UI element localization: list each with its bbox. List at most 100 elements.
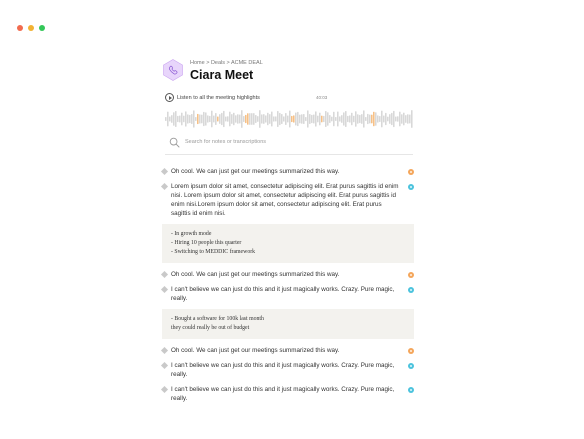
waveform-bar xyxy=(319,112,321,126)
waveform-bar xyxy=(223,110,225,128)
waveform-bar xyxy=(365,116,367,122)
waveform-bar xyxy=(375,112,377,126)
waveform-bar xyxy=(175,111,177,127)
waveform-bar xyxy=(401,114,403,124)
bookmark-diamond-icon[interactable] xyxy=(160,385,169,394)
utterance-text: Lorem ipsum dolor sit amet, consectetur … xyxy=(171,183,399,217)
speaker-avatar-icon[interactable] xyxy=(408,169,414,175)
waveform-bar xyxy=(387,116,389,122)
speaker-avatar-icon[interactable] xyxy=(408,272,414,278)
note-line: they could really be out of budget xyxy=(171,325,250,331)
waveform-bar xyxy=(207,115,209,123)
waveform-bar xyxy=(327,112,329,126)
waveform-bar xyxy=(383,115,385,123)
utterance-text: Oh cool. We can just get our meetings su… xyxy=(171,271,340,278)
waveform-bar xyxy=(287,115,289,123)
utterance-text: Oh cool. We can just get our meetings su… xyxy=(171,168,340,175)
waveform-bar xyxy=(303,114,305,124)
minimize-window-dot[interactable] xyxy=(28,25,34,31)
play-icon[interactable] xyxy=(165,93,174,102)
bookmark-diamond-icon[interactable] xyxy=(160,270,169,279)
transcript-utterance[interactable]: I can't believe we can just do this and … xyxy=(160,285,414,303)
bookmark-diamond-icon[interactable] xyxy=(160,361,169,370)
transcript-utterance[interactable]: Lorem ipsum dolor sit amet, consectetur … xyxy=(160,182,414,218)
waveform-bar xyxy=(253,113,255,125)
transcript-utterance[interactable]: Oh cool. We can just get our meetings su… xyxy=(160,167,414,176)
transcript-utterance[interactable]: I can't believe we can just do this and … xyxy=(160,361,414,379)
waveform-highlight-bar xyxy=(247,113,249,125)
bookmark-diamond-icon[interactable] xyxy=(160,285,169,294)
waveform-bar xyxy=(331,116,333,122)
phone-icon xyxy=(163,59,183,81)
waveform-highlight-bar xyxy=(293,115,295,123)
waveform-bar xyxy=(285,113,287,125)
waveform-bar xyxy=(307,110,309,128)
note-line: - Hiring 10 people this quarter xyxy=(171,240,242,246)
waveform-bar xyxy=(267,112,269,126)
bookmark-diamond-icon[interactable] xyxy=(160,346,169,355)
waveform-bar xyxy=(349,115,351,123)
waveform-bar xyxy=(329,115,331,123)
waveform-bar xyxy=(341,115,343,123)
waveform-bar xyxy=(281,114,283,124)
waveform-bar xyxy=(239,114,241,124)
waveform-bar xyxy=(407,114,409,124)
waveform-bar xyxy=(381,110,383,128)
speaker-avatar-icon[interactable] xyxy=(408,348,414,354)
search-input[interactable] xyxy=(185,136,405,148)
waveform-bar xyxy=(241,110,243,128)
waveform-bar xyxy=(363,110,365,128)
waveform-bar xyxy=(201,114,203,124)
bookmark-diamond-icon[interactable] xyxy=(160,167,169,176)
waveform-bar xyxy=(397,116,399,122)
highlights-label: Listen to all the meeting highlights xyxy=(177,95,260,101)
waveform-bar xyxy=(305,116,307,122)
waveform-bar xyxy=(299,114,301,124)
waveform-highlight-bar xyxy=(371,114,373,124)
utterance-text: I can't believe we can just do this and … xyxy=(171,362,395,378)
waveform-bar xyxy=(391,112,393,126)
meeting-note[interactable]: - In growth mode - Hiring 10 people this … xyxy=(162,224,414,263)
waveform-bar xyxy=(377,115,379,123)
waveform-bar xyxy=(325,111,327,127)
utterance-text: I can't believe we can just do this and … xyxy=(171,286,395,302)
close-window-dot[interactable] xyxy=(17,25,23,31)
speaker-avatar-icon[interactable] xyxy=(408,287,414,293)
waveform-bar xyxy=(369,114,371,124)
waveform-bar xyxy=(379,116,381,122)
waveform-bar xyxy=(315,111,317,127)
transcript-utterance[interactable]: I can't believe we can just do this and … xyxy=(160,385,414,403)
breadcrumb[interactable]: Home > Deals > ACME DEAL xyxy=(190,60,263,66)
waveform-bar xyxy=(199,114,201,124)
waveform-bar xyxy=(289,110,291,128)
waveform-bar xyxy=(301,114,303,124)
page-header: Home > Deals > ACME DEAL Ciara Meet xyxy=(163,59,413,89)
waveform-bar xyxy=(165,117,167,121)
waveform-bar xyxy=(261,114,263,124)
waveform-bar xyxy=(409,114,411,124)
speaker-avatar-icon[interactable] xyxy=(408,363,414,369)
speaker-avatar-icon[interactable] xyxy=(408,184,414,190)
waveform-bar xyxy=(313,114,315,124)
waveform-bar xyxy=(231,114,233,124)
bookmark-diamond-icon[interactable] xyxy=(160,182,169,191)
waveform-bar xyxy=(309,113,311,125)
waveform-bar xyxy=(353,115,355,123)
waveform-bar xyxy=(177,115,179,123)
transcript-utterance[interactable]: Oh cool. We can just get our meetings su… xyxy=(160,346,414,355)
note-line: - Bought a software for 100k last month xyxy=(171,316,264,322)
waveform-bar xyxy=(193,110,195,128)
waveform-bar xyxy=(317,115,319,123)
waveform-bar xyxy=(187,114,189,124)
waveform-bar xyxy=(403,112,405,126)
waveform-bar xyxy=(251,113,253,125)
meeting-note[interactable]: - Bought a software for 100k last month t… xyxy=(162,309,414,339)
speaker-avatar-icon[interactable] xyxy=(408,387,414,393)
waveform-bar xyxy=(169,116,171,122)
waveform-bar xyxy=(389,114,391,124)
waveform-bar xyxy=(203,111,205,127)
page-title: Ciara Meet xyxy=(190,68,254,82)
audio-waveform[interactable] xyxy=(165,108,413,130)
transcript-utterance[interactable]: Oh cool. We can just get our meetings su… xyxy=(160,270,414,279)
maximize-window-dot[interactable] xyxy=(39,25,45,31)
